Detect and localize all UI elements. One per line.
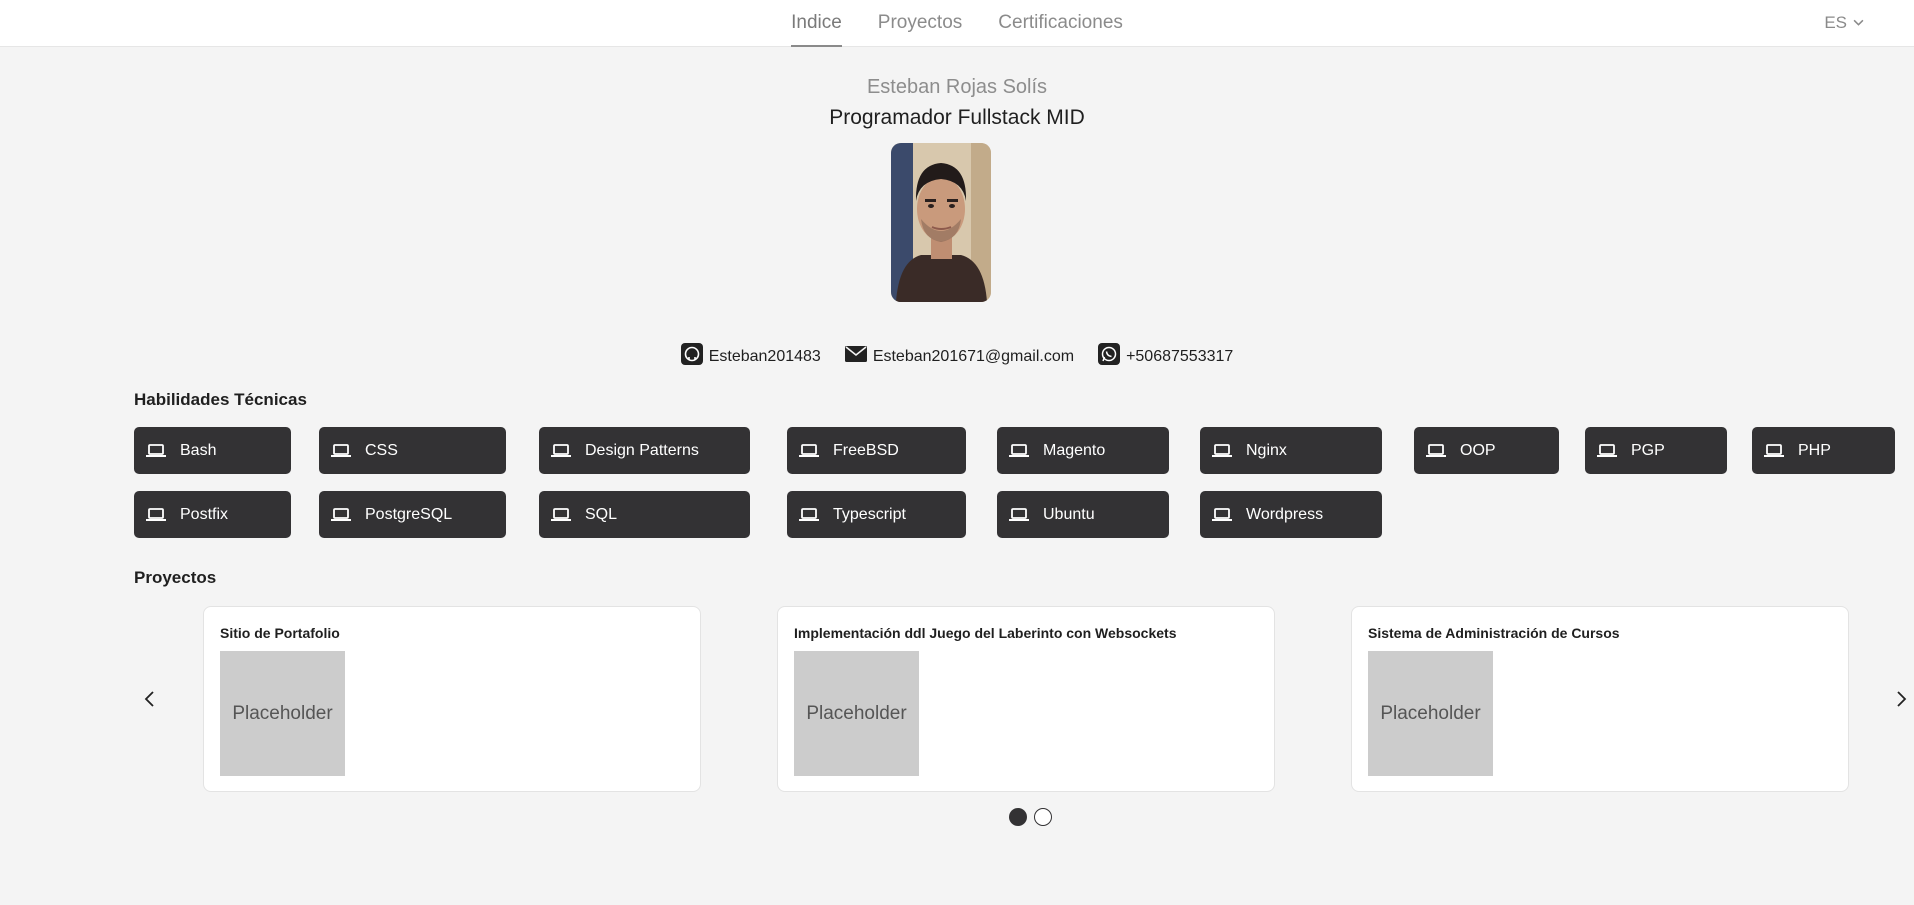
github-icon [680, 343, 703, 370]
skill-freebsd[interactable]: FreeBSD [787, 427, 966, 474]
skill-wordpress[interactable]: Wordpress [1200, 491, 1382, 538]
skill-label: Magento [1043, 441, 1106, 459]
laptop-icon [799, 443, 819, 457]
laptop-icon [1426, 443, 1446, 457]
project-card-title: Implementación ddl Juego del Laberinto c… [794, 625, 1177, 641]
skill-label: Typescript [833, 505, 906, 523]
skill-sql[interactable]: SQL [539, 491, 750, 538]
skill-label: Bash [180, 441, 217, 459]
project-card-title: Sistema de Administración de Cursos [1368, 625, 1620, 641]
skill-design-patterns[interactable]: Design Patterns [539, 427, 750, 474]
skill-label: Postfix [180, 505, 229, 523]
envelope-icon [844, 343, 867, 370]
skill-label: PGP [1631, 441, 1665, 459]
profile-name: Esteban Rojas Solís [866, 76, 1048, 98]
laptop-icon [331, 507, 351, 521]
skill-bash[interactable]: Bash [134, 427, 291, 474]
skill-label: FreeBSD [833, 441, 899, 459]
carousel-dot-2[interactable] [1034, 808, 1052, 826]
skill-nginx[interactable]: Nginx [1200, 427, 1382, 474]
language-selector[interactable]: ES [1824, 13, 1864, 33]
laptop-icon [1009, 507, 1029, 521]
project-card[interactable]: Sitio de Portafolio Placeholder [203, 606, 701, 792]
carousel-next-button[interactable] [1894, 688, 1910, 710]
skill-ubuntu[interactable]: Ubuntu [997, 491, 1169, 538]
skill-pgp[interactable]: PGP [1585, 427, 1727, 474]
skill-php[interactable]: PHP [1752, 427, 1895, 474]
whatsapp-number: +50687553317 [1126, 347, 1234, 365]
whatsapp-link[interactable]: +50687553317 [1098, 343, 1233, 370]
skill-postfix[interactable]: Postfix [134, 491, 291, 538]
laptop-icon [146, 507, 166, 521]
chevron-down-icon [1853, 13, 1864, 33]
skill-magento[interactable]: Magento [997, 427, 1169, 474]
carousel-prev-button[interactable] [140, 688, 160, 710]
main-nav: Indice Proyectos Certificaciones [0, 0, 1914, 47]
tab-proyectos[interactable]: Proyectos [878, 0, 962, 47]
tab-certificaciones[interactable]: Certificaciones [998, 0, 1123, 47]
laptop-icon [1212, 507, 1232, 521]
project-card[interactable]: Sistema de Administración de Cursos Plac… [1351, 606, 1849, 792]
project-card-image: Placeholder [1368, 651, 1493, 776]
carousel-dot-1[interactable] [1009, 808, 1027, 826]
project-card-image: Placeholder [220, 651, 345, 776]
skill-label: Wordpress [1246, 505, 1324, 523]
laptop-icon [551, 443, 571, 457]
github-username: Esteban201483 [708, 347, 821, 365]
email-link[interactable]: Esteban201671@gmail.com [844, 343, 1075, 370]
skill-label: PostgreSQL [365, 505, 453, 523]
skill-label: PHP [1798, 441, 1831, 459]
skills-title: Habilidades Técnicas [134, 390, 307, 409]
skill-label: Design Patterns [585, 441, 699, 459]
laptop-icon [1764, 443, 1784, 457]
laptop-icon [1597, 443, 1617, 457]
avatar-photo [891, 143, 991, 302]
profile-role: Programador Fullstack MID [829, 106, 1085, 129]
skill-oop[interactable]: OOP [1414, 427, 1559, 474]
projects-title: Proyectos [134, 568, 217, 587]
skill-label: SQL [585, 505, 618, 523]
top-navbar: Indice Proyectos Certificaciones ES [0, 0, 1914, 47]
email-address: Esteban201671@gmail.com [872, 347, 1075, 365]
github-link[interactable]: Esteban201483 [680, 343, 821, 370]
contact-list: Esteban201483 Esteban201671@gmail.com +5… [0, 343, 1914, 370]
language-label: ES [1824, 13, 1847, 32]
tab-indice[interactable]: Indice [791, 0, 842, 47]
skill-label: CSS [365, 441, 398, 459]
chevron-right-icon [1897, 691, 1907, 707]
laptop-icon [799, 507, 819, 521]
project-card-title: Sitio de Portafolio [220, 625, 340, 641]
avatar [891, 143, 991, 302]
laptop-icon [551, 507, 571, 521]
skill-label: Ubuntu [1043, 505, 1095, 523]
laptop-icon [1009, 443, 1029, 457]
laptop-icon [146, 443, 166, 457]
skill-typescript[interactable]: Typescript [787, 491, 966, 538]
skill-postgresql[interactable]: PostgreSQL [319, 491, 506, 538]
skill-label: Nginx [1246, 441, 1287, 459]
laptop-icon [331, 443, 351, 457]
project-card[interactable]: Implementación ddl Juego del Laberinto c… [777, 606, 1275, 792]
chevron-left-icon [144, 691, 154, 707]
project-card-image: Placeholder [794, 651, 919, 776]
skill-label: OOP [1460, 441, 1496, 459]
skill-css[interactable]: CSS [319, 427, 506, 474]
laptop-icon [1212, 443, 1232, 457]
whatsapp-icon [1098, 343, 1121, 370]
